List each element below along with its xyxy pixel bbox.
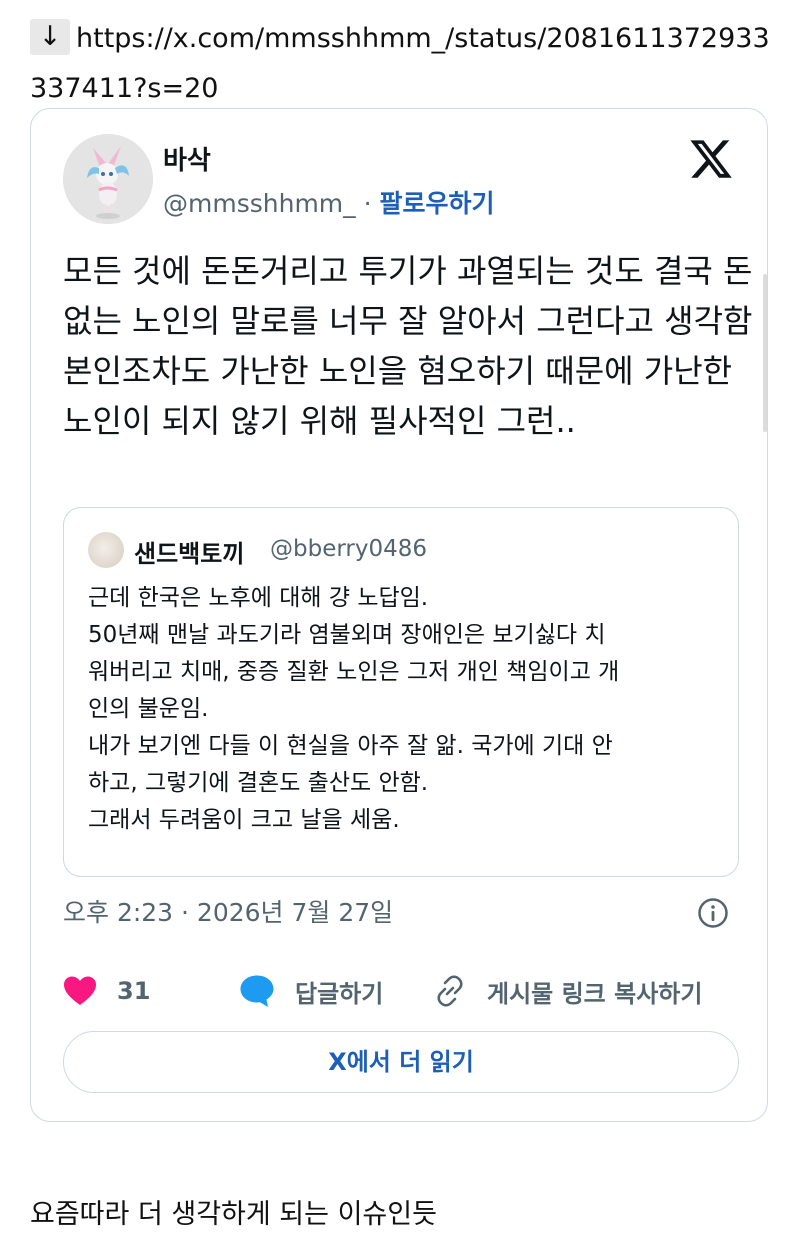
quoted-author-name[interactable]: 샌드백토끼 <box>134 534 244 569</box>
copy-link-label: 게시물 링크 복사하기 <box>487 979 703 1008</box>
quoted-text-line: 그래서 두려움이 크고 날을 세움. <box>88 807 400 833</box>
reply-label: 답글하기 <box>295 979 384 1008</box>
info-icon[interactable] <box>697 897 729 929</box>
url-text[interactable]: https://x.com/mmsshhmm_/status/208161137… <box>30 23 770 104</box>
follow-button[interactable]: 팔로우하기 <box>380 189 495 218</box>
quoted-text-line: 하고, 그렇기에 결혼도 출산도 안함. <box>88 770 429 796</box>
quoted-text-line: 근데 한국은 노후에 대해 걍 노답임. <box>88 585 429 611</box>
quoted-text-line: 내가 보기엔 다들 이 현실을 아주 잘 앎. 국가에 기대 안 <box>88 733 613 759</box>
quoted-tweet[interactable]: 샌드백토끼 @bberry0486 근데 한국은 노후에 대해 걍 노답임. 5… <box>63 507 739 877</box>
quoted-text-line: 인의 불운임. <box>88 696 209 722</box>
post-caption: 요즘따라 더 생각하게 되는 이슈인듯 <box>30 1199 437 1230</box>
tweet-text: 모든 것에 돈돈거리고 투기가 과열되는 것도 결국 돈없는 노인의 말로를 너… <box>63 252 753 440</box>
tweet-actions: 31 답글하기 게시물 링크 복사하기 <box>63 971 743 1011</box>
quoted-author-handle[interactable]: @bberry0486 <box>270 536 427 562</box>
scrollbar[interactable] <box>763 274 767 432</box>
reply-bubble-icon <box>240 975 274 1007</box>
tweet-embed-card: 바삭 @mmsshhmm_ · 팔로우하기 모든 것에 돈돈거리고 투기가 과열… <box>30 108 768 1122</box>
heart-icon <box>64 976 96 1005</box>
down-arrow-icon: ↓ <box>30 19 70 55</box>
author-handle[interactable]: @mmsshhmm_ <box>163 189 356 218</box>
author-name[interactable]: 바삭 <box>163 140 211 177</box>
separator-dot: · <box>363 189 372 218</box>
read-more-on-x-button[interactable]: X에서 더 읽기 <box>63 1031 739 1093</box>
quoted-text-line: 워버리고 치매, 중증 질환 노인은 그저 개인 책임이고 개 <box>88 659 620 685</box>
reply-button[interactable]: 답글하기 <box>239 971 383 1011</box>
url-line[interactable]: ↓ https://x.com/mmsshhmm_/status/20816113… <box>30 14 775 114</box>
tweet-timestamp[interactable]: 오후 2:23 · 2026년 7월 27일 <box>63 893 393 929</box>
author-avatar[interactable] <box>63 134 153 224</box>
like-button[interactable]: 31 <box>63 971 150 1011</box>
link-icon <box>437 975 463 1007</box>
copy-link-button[interactable]: 게시물 링크 복사하기 <box>433 971 702 1011</box>
x-logo-icon[interactable] <box>688 136 734 182</box>
sylveon-figure-icon <box>63 134 153 224</box>
quoted-author-avatar[interactable] <box>88 532 124 568</box>
author-handle-row: @mmsshhmm_ · 팔로우하기 <box>163 184 495 220</box>
like-count: 31 <box>117 977 151 1005</box>
quoted-tweet-text: 근데 한국은 노후에 대해 걍 노답임. 50년째 맨날 과도기라 염불외며 장… <box>88 580 718 839</box>
quoted-text-line: 50년째 맨날 과도기라 염불외며 장애인은 보기싫다 치 <box>88 622 606 648</box>
